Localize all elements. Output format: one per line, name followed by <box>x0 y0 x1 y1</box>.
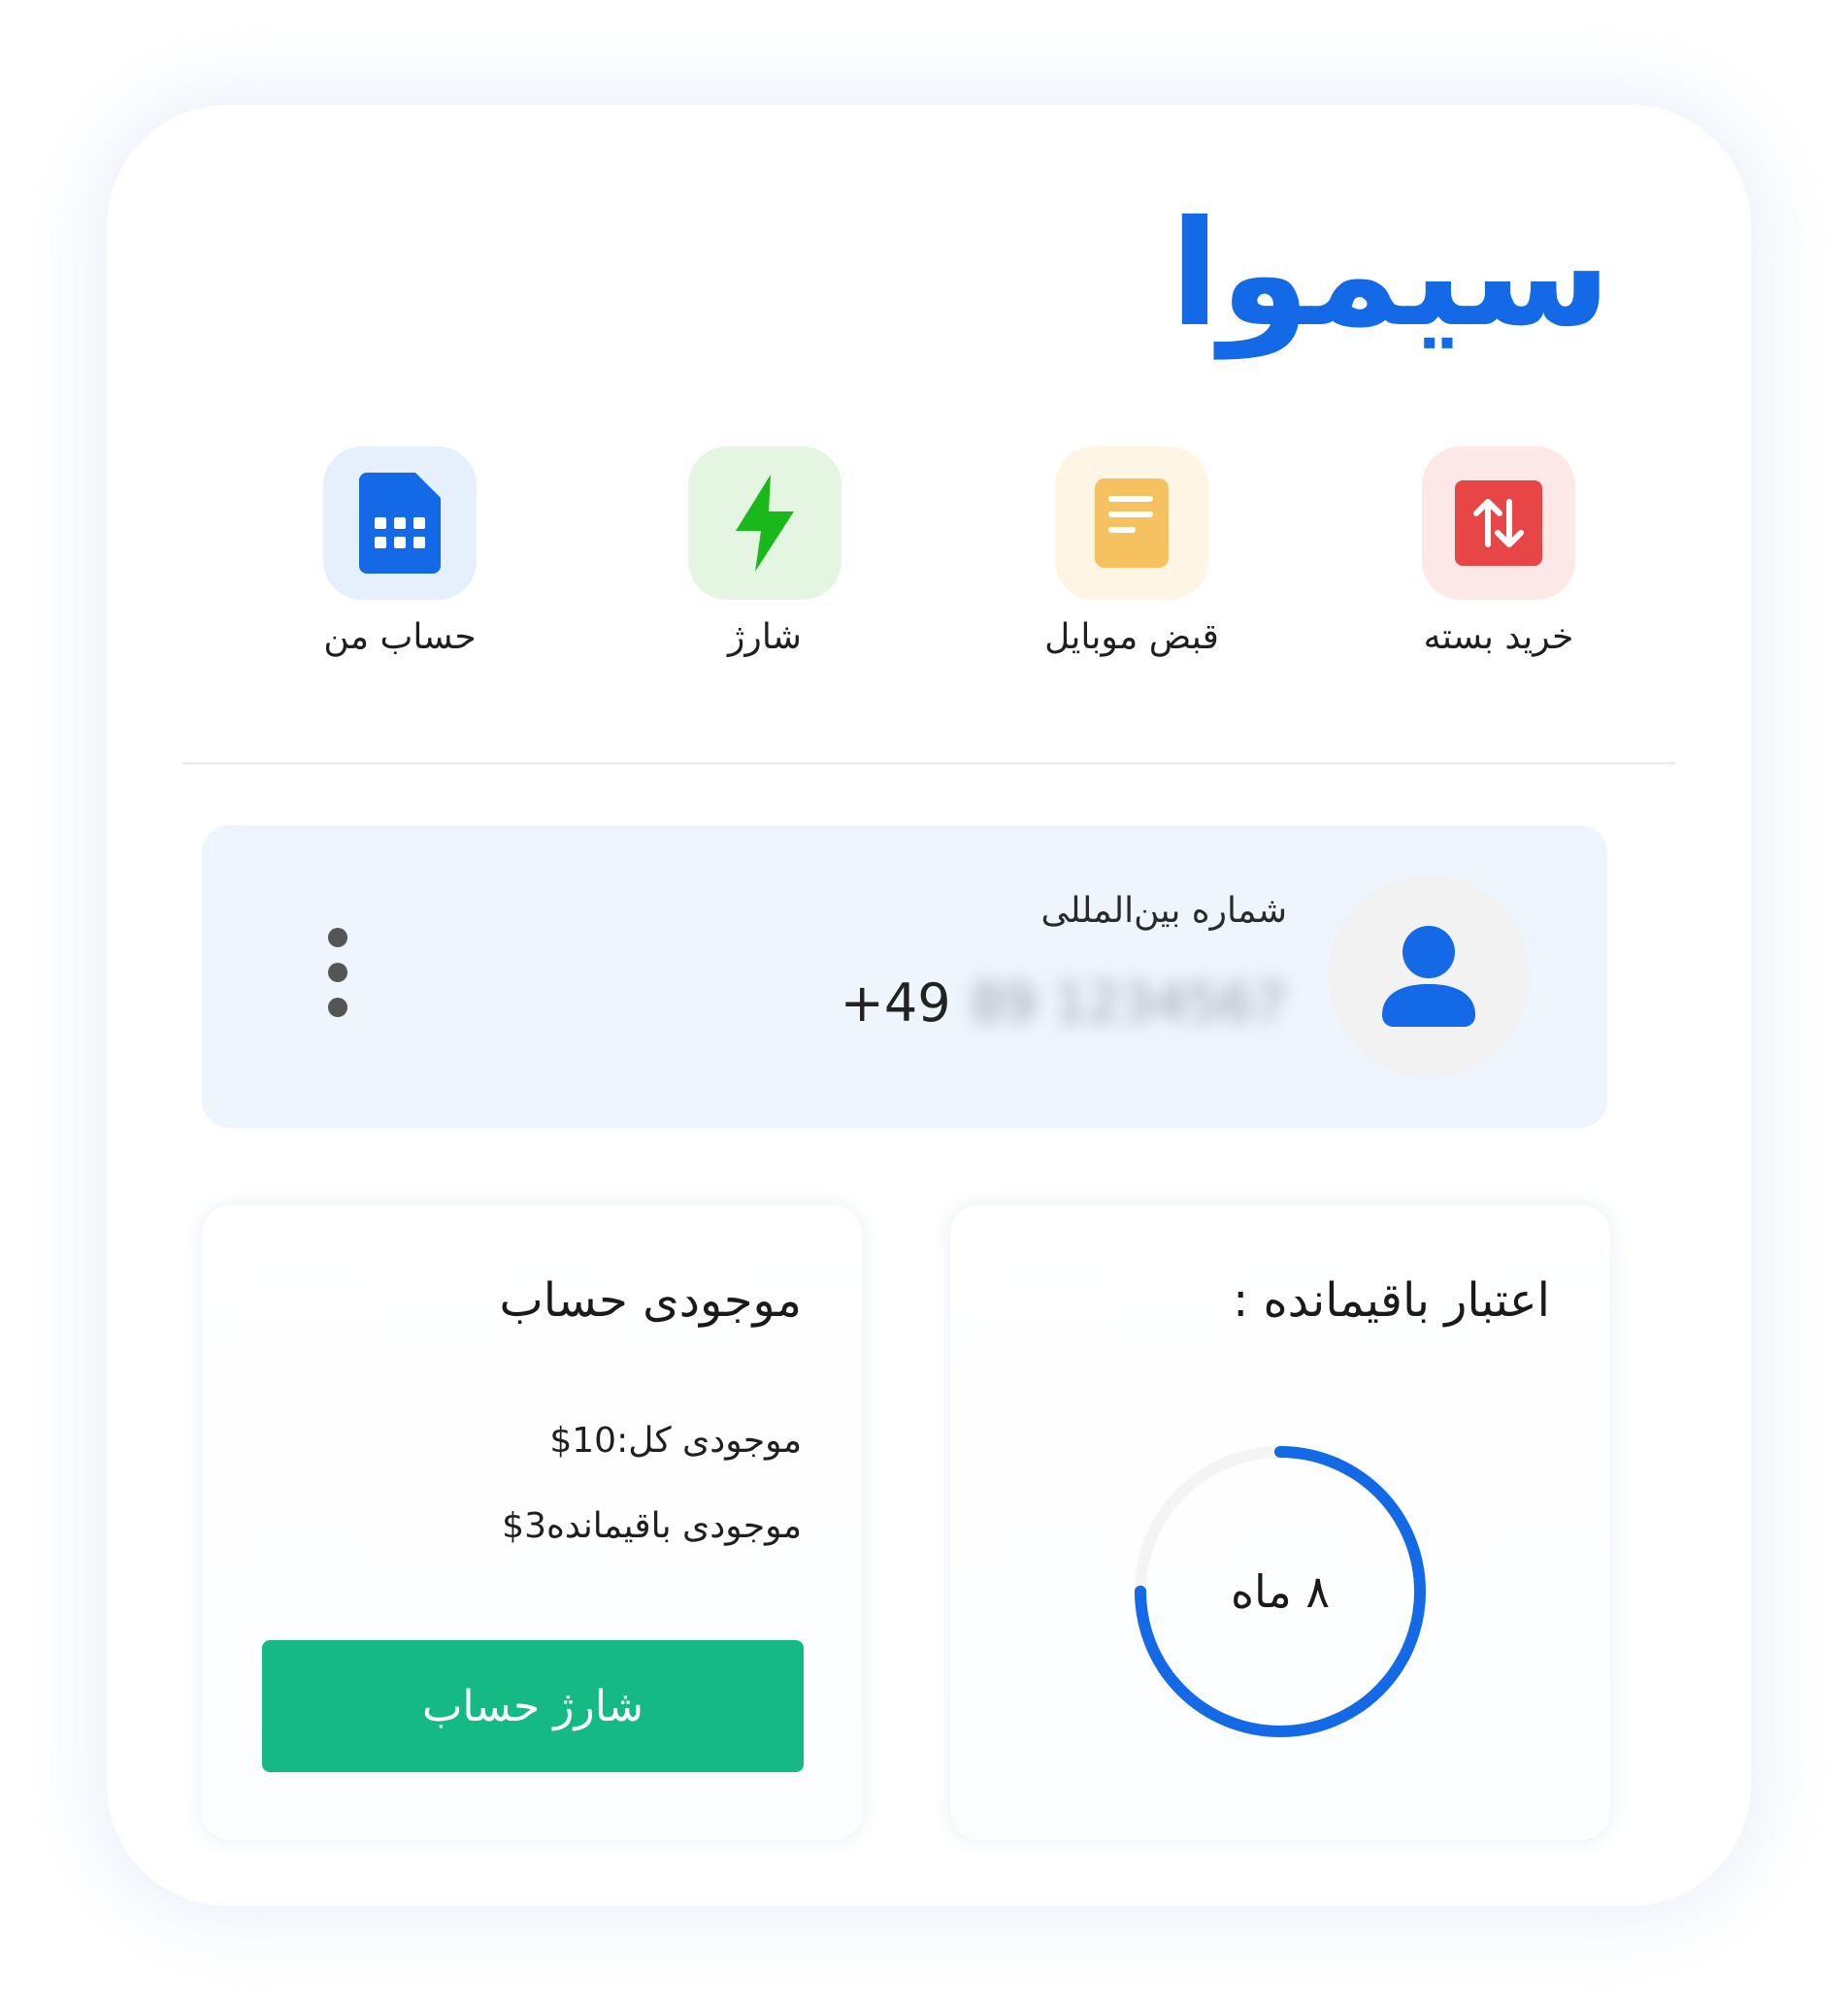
action-label: شارژ <box>728 617 802 657</box>
phone-number-hidden: 89 1234567 <box>970 972 1287 1034</box>
remaining-credit-panel: اعتبار باقیمانده : ۸ ماه <box>950 1205 1610 1840</box>
action-label: حساب من <box>323 617 477 657</box>
country-code: +49 <box>840 972 951 1034</box>
total-balance: موجودی کل:10$ <box>549 1421 802 1461</box>
credit-title: اعتبار باقیمانده : <box>1233 1273 1550 1328</box>
avatar <box>1328 875 1530 1077</box>
action-my-account[interactable]: حساب من <box>283 446 516 657</box>
action-label: خرید بسته <box>1423 617 1574 657</box>
action-charge[interactable]: شارژ <box>648 446 881 657</box>
account-balance-panel: موجودی حساب موجودی کل:10$ موجودی باقیمان… <box>202 1205 862 1840</box>
credit-value: ۸ ماه <box>1230 1565 1331 1618</box>
action-buy-package[interactable]: خرید بسته <box>1382 446 1615 657</box>
balance-title: موجودی حساب <box>499 1273 802 1328</box>
user-icon <box>1382 926 1475 1027</box>
swap-arrows-icon <box>1422 446 1575 600</box>
charge-account-button[interactable]: شارژ حساب <box>262 1640 804 1772</box>
brand-logo: سیموا <box>1170 190 1615 359</box>
quick-actions: حساب من شارژ قبض موبایل خرید بسته <box>107 446 1751 679</box>
phone-number: +49 89 1234567 <box>841 972 1287 1034</box>
action-label: قبض موبایل <box>1044 617 1219 657</box>
lightning-icon <box>688 446 842 600</box>
bill-icon <box>1055 446 1208 600</box>
number-label: شماره بین‌المللی <box>1040 891 1287 931</box>
main-card: سیموا حساب من شارژ قبض موبایل خرید بسته … <box>107 105 1751 1906</box>
remaining-balance: موجودی باقیمانده3$ <box>502 1506 802 1546</box>
action-mobile-bill[interactable]: قبض موبایل <box>1015 446 1248 657</box>
international-number-card: شماره بین‌المللی +49 89 1234567 <box>202 825 1607 1128</box>
sim-card-icon <box>323 446 477 600</box>
more-options-icon[interactable] <box>328 928 347 1025</box>
section-divider <box>182 762 1675 765</box>
